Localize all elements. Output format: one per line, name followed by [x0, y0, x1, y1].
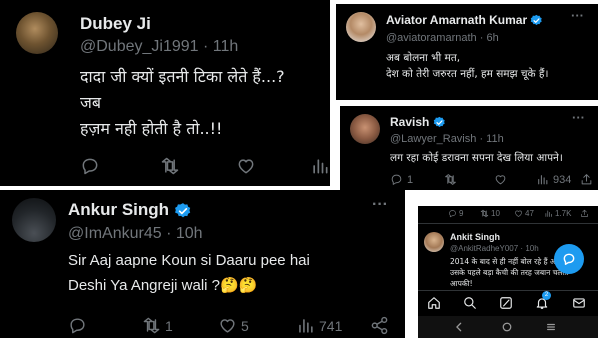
back-icon[interactable] [454, 322, 464, 332]
previous-tweet-actions: 9 10 47 1.7K [418, 206, 598, 222]
like-icon [218, 316, 237, 335]
reply-button[interactable]: 9 [448, 209, 463, 218]
author-name[interactable]: Aviator Amarnath Kumar [386, 13, 543, 27]
more-icon[interactable]: ··· [572, 110, 585, 125]
like-button[interactable]: 5 [218, 316, 249, 335]
reply-count: 9 [459, 209, 464, 218]
author-name[interactable]: Ankit Singh [450, 232, 500, 242]
like-count: 5 [241, 317, 249, 334]
tweet-text: दादा जी क्यों इतनी टिका लेते हैं...? जब … [80, 67, 285, 138]
like-button[interactable] [236, 156, 256, 176]
retweet-icon [480, 209, 489, 218]
compose-button[interactable] [554, 244, 584, 274]
home-circle-icon[interactable] [502, 322, 512, 332]
views-button[interactable]: 741 [296, 316, 342, 335]
share-icon [580, 173, 593, 186]
author-handle[interactable]: @ImAnkur45 · 10h [68, 225, 203, 243]
tweet-text: अब बोलना भी मत, देश को तेरी जरुरत नहीं, … [386, 52, 549, 80]
home-icon[interactable] [427, 296, 441, 310]
like-button[interactable]: 47 [514, 209, 534, 218]
retweet-icon [142, 316, 161, 335]
notifications-badge: 2 [542, 291, 551, 300]
author-handle[interactable]: @Dubey_Ji1991 · 11h [80, 38, 238, 56]
share-button[interactable] [580, 209, 589, 218]
author-name[interactable]: Ankur Singh [68, 200, 192, 220]
views-icon [536, 173, 549, 186]
avatar[interactable] [350, 114, 380, 144]
reply-icon [80, 156, 100, 176]
author-handle[interactable]: @aviatoramarnath · 6h [386, 32, 499, 44]
like-icon [494, 173, 507, 186]
share-button[interactable] [580, 173, 593, 186]
retweet-count: 1 [165, 317, 173, 334]
recents-icon[interactable] [546, 322, 556, 332]
share-icon [370, 316, 389, 335]
retweet-icon [444, 173, 457, 186]
retweet-button[interactable]: 10 [480, 209, 500, 218]
messages-icon[interactable] [572, 296, 586, 310]
tweet-text: Sir Aaj aapne Koun si Daaru pee hai Desh… [68, 252, 310, 294]
tweet-ravish[interactable]: Ravish @Lawyer_Ravish · 11h ··· लग रहा क… [340, 106, 598, 190]
views-button[interactable] [310, 156, 330, 176]
tweet-ankur[interactable]: Ankur Singh @ImAnkur45 · 10h ··· Sir Aaj… [0, 190, 405, 338]
avatar[interactable] [16, 12, 58, 54]
verified-icon [433, 116, 446, 129]
divider [418, 223, 598, 224]
tweet-aviator[interactable]: Aviator Amarnath Kumar @aviatoramarnath … [336, 4, 598, 100]
views-count: 1.7K [555, 209, 572, 218]
avatar[interactable] [424, 232, 444, 252]
search-icon[interactable] [463, 296, 477, 310]
like-button[interactable] [494, 173, 507, 186]
retweet-button[interactable] [160, 156, 180, 176]
reply-icon [68, 316, 87, 335]
like-count: 47 [525, 209, 534, 218]
views-icon [296, 316, 315, 335]
retweet-icon [160, 156, 180, 176]
reply-icon [448, 209, 457, 218]
views-icon [310, 156, 330, 176]
reply-button[interactable]: 1 [390, 173, 413, 186]
author-handle[interactable]: @Lawyer_Ravish · 11h [390, 133, 504, 145]
reply-button[interactable] [68, 316, 87, 335]
views-count: 934 [553, 173, 572, 186]
retweet-button[interactable]: 1 [142, 316, 173, 335]
avatar[interactable] [346, 12, 376, 42]
verified-icon [174, 202, 192, 220]
like-icon [236, 156, 256, 176]
views-count: 741 [319, 317, 343, 334]
reply-button[interactable] [80, 156, 100, 176]
grok-icon[interactable] [499, 296, 513, 310]
reply-count: 1 [407, 173, 414, 186]
compose-icon [563, 253, 575, 265]
notifications-button[interactable]: 2 [535, 291, 551, 310]
views-icon [544, 209, 553, 218]
retweet-button[interactable] [444, 173, 457, 186]
views-button[interactable]: 934 [536, 173, 571, 186]
reply-icon [390, 173, 403, 186]
more-icon[interactable]: ··· [372, 196, 388, 214]
bottom-nav: 2 [418, 290, 598, 315]
share-button[interactable] [370, 316, 389, 335]
phone-screen: 9 10 47 1.7K Ankit Singh @AnkitRadheY007… [418, 206, 598, 338]
views-button[interactable]: 1.7K [544, 209, 571, 218]
more-icon[interactable]: ··· [571, 8, 584, 23]
tweet-dubey[interactable]: Dubey Ji @Dubey_Ji1991 · 11h दादा जी क्य… [0, 0, 330, 186]
system-nav [418, 316, 598, 338]
like-icon [514, 209, 523, 218]
tweet-text: लग रहा कोई डरावना सपना देख लिया आपने। [390, 152, 563, 164]
author-name[interactable]: Ravish [390, 115, 446, 129]
share-icon [580, 209, 589, 218]
author-handle[interactable]: @AnkitRadheY007 · 10h [450, 244, 539, 253]
avatar[interactable] [12, 198, 56, 242]
author-name[interactable]: Dubey Ji [80, 14, 151, 34]
tweet-text: 2014 के बाद से ही नहीं बोल रहे हैं आप उस… [450, 257, 569, 288]
verified-icon [530, 14, 543, 27]
retweet-count: 10 [491, 209, 500, 218]
